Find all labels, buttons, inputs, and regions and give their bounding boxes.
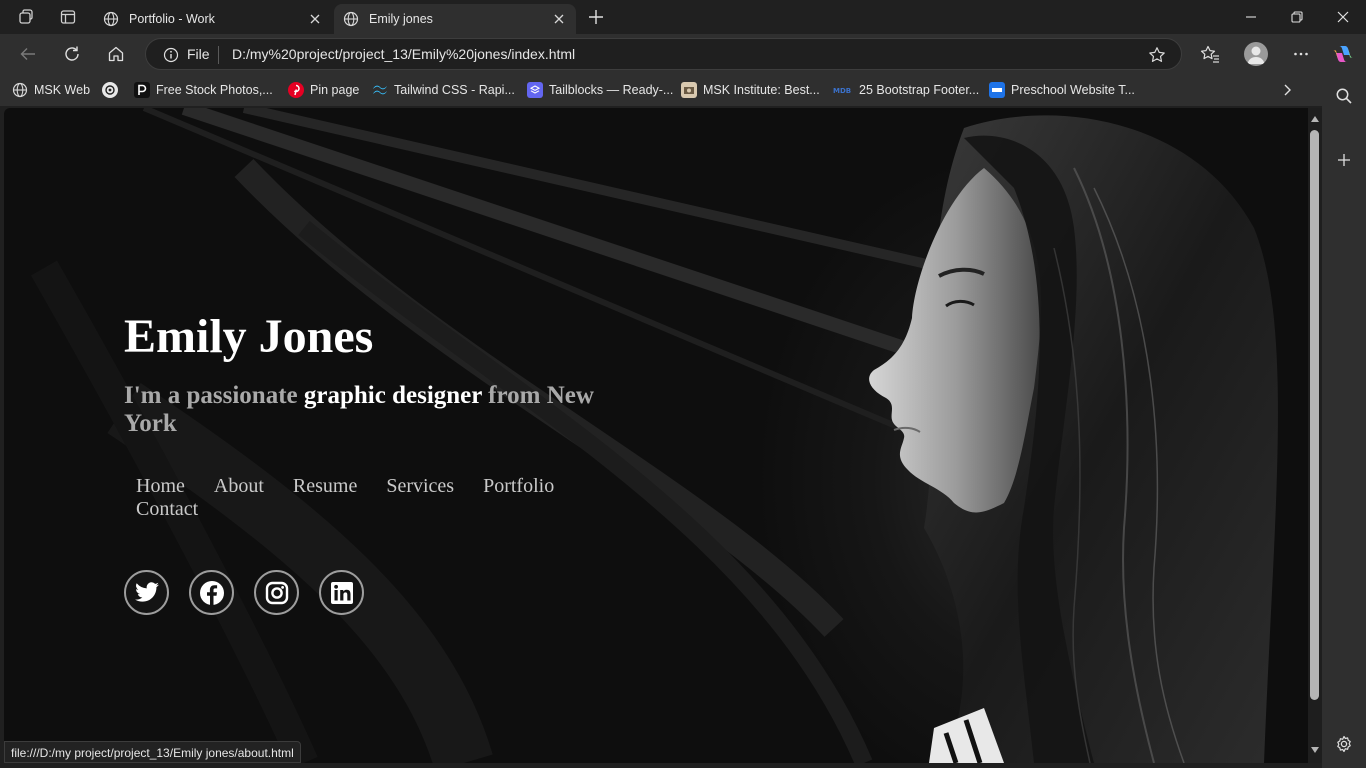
browser-toolbar: File D:/my%20project/project_13/Emily%20… (0, 34, 1366, 74)
globe-icon (342, 10, 360, 28)
nav-link-services[interactable]: Services (386, 475, 454, 498)
main-nav: Home About Resume Services Portfolio Con… (136, 475, 596, 521)
twitter-icon[interactable] (124, 570, 169, 615)
minimize-button[interactable] (1228, 0, 1274, 34)
favorite-label: Tailblocks — Ready-... (549, 83, 674, 97)
restore-button[interactable] (1274, 0, 1320, 34)
star-icon[interactable] (1147, 45, 1167, 65)
favorite-item[interactable]: Tailwind CSS - Rapi... (372, 81, 515, 99)
tab-title: Portfolio - Work (129, 12, 215, 26)
favorite-label: 25 Bootstrap Footer... (859, 83, 980, 97)
portrait-image (869, 115, 1278, 763)
back-button[interactable] (16, 42, 40, 66)
favorite-label: Preschool Website T... (1011, 83, 1135, 97)
tab-portfolio-work[interactable]: Portfolio - Work (94, 4, 332, 34)
status-bar: file:///D:/my project/project_13/Emily j… (4, 741, 301, 763)
close-window-button[interactable] (1320, 0, 1366, 34)
nav-link-portfolio[interactable]: Portfolio (483, 475, 554, 498)
tailblocks-icon (527, 82, 543, 98)
svg-text:MDB: MDB (833, 87, 851, 95)
scroll-down-icon[interactable] (1309, 745, 1321, 755)
workspaces-icon[interactable] (16, 7, 36, 27)
new-tab-button[interactable] (585, 6, 607, 28)
favorite-label: Tailwind CSS - Rapi... (394, 83, 515, 97)
tailwind-icon (372, 82, 388, 98)
favorites-bar: MSK Web Free Stock Photos,... Pin page T… (0, 74, 1366, 106)
favorite-label: Free Stock Photos,... (156, 83, 273, 97)
add-icon[interactable] (1334, 150, 1354, 170)
favorite-item[interactable]: Preschool Website T... (989, 81, 1135, 99)
scrollbar-thumb[interactable] (1310, 130, 1319, 700)
hero-title: Emily Jones (124, 310, 374, 363)
close-tab-icon[interactable] (306, 10, 324, 28)
social-links (124, 570, 364, 615)
address-bar[interactable]: File D:/my%20project/project_13/Emily%20… (145, 38, 1182, 70)
nav-link-home[interactable]: Home (136, 475, 185, 498)
pinterest-icon (288, 82, 304, 98)
more-menu-icon[interactable] (1289, 42, 1313, 66)
copilot-icon[interactable] (1331, 42, 1355, 66)
mdb-icon: MDB (833, 82, 853, 98)
favorites-icon[interactable] (1198, 42, 1222, 66)
chatgpt-icon (102, 82, 118, 98)
page-viewport: Emily Jones I'm a passionate graphic des… (4, 108, 1308, 763)
gear-icon[interactable] (1334, 734, 1354, 754)
refresh-button[interactable] (60, 42, 84, 66)
globe-icon (102, 10, 120, 28)
home-button[interactable] (104, 42, 128, 66)
scroll-up-icon[interactable] (1309, 114, 1321, 124)
globe-icon (12, 82, 28, 98)
favorite-item[interactable]: Tailblocks — Ready-... (527, 81, 673, 99)
favorite-item[interactable] (102, 81, 124, 99)
hero-subtitle: I'm a passionate graphic designer from N… (124, 382, 624, 438)
subtitle-prefix: I'm a passionate (124, 382, 304, 409)
nav-link-contact[interactable]: Contact (136, 498, 198, 521)
pexels-icon (134, 82, 150, 98)
instagram-icon[interactable] (254, 570, 299, 615)
msk-institute-icon (681, 82, 697, 98)
subtitle-highlight: graphic designer (303, 382, 482, 409)
favorite-label: MSK Institute: Best... (703, 83, 820, 97)
url-text[interactable]: D:/my%20project/project_13/Emily%20jones… (232, 46, 575, 62)
search-icon[interactable] (1334, 86, 1354, 106)
favorite-item[interactable]: Free Stock Photos,... (134, 81, 273, 99)
close-tab-icon[interactable] (550, 10, 568, 28)
favorite-item[interactable]: MDB 25 Bootstrap Footer... (833, 81, 979, 99)
tab-title: Emily jones (369, 12, 433, 26)
tab-emily-jones[interactable]: Emily jones (334, 4, 576, 34)
chevron-right-icon[interactable] (1278, 81, 1296, 99)
divider (218, 46, 219, 64)
favorite-item[interactable]: MSK Institute: Best... (681, 81, 820, 99)
favorite-label: Pin page (310, 83, 360, 97)
favorite-label: MSK Web (34, 83, 91, 97)
nav-link-resume[interactable]: Resume (293, 475, 357, 498)
facebook-icon[interactable] (189, 570, 234, 615)
linkedin-icon[interactable] (319, 570, 364, 615)
scheme-label: File (187, 46, 210, 62)
nav-link-about[interactable]: About (214, 475, 264, 498)
favorite-item[interactable]: Pin page (288, 81, 359, 99)
edge-sidebar (1322, 74, 1366, 768)
info-icon[interactable] (162, 46, 180, 64)
preschool-icon (989, 82, 1005, 98)
profile-avatar[interactable] (1244, 42, 1268, 66)
favorite-item[interactable]: MSK Web (12, 81, 90, 99)
tab-actions-icon[interactable] (58, 7, 78, 27)
tab-strip: Portfolio - Work Emily jones (0, 0, 1366, 34)
